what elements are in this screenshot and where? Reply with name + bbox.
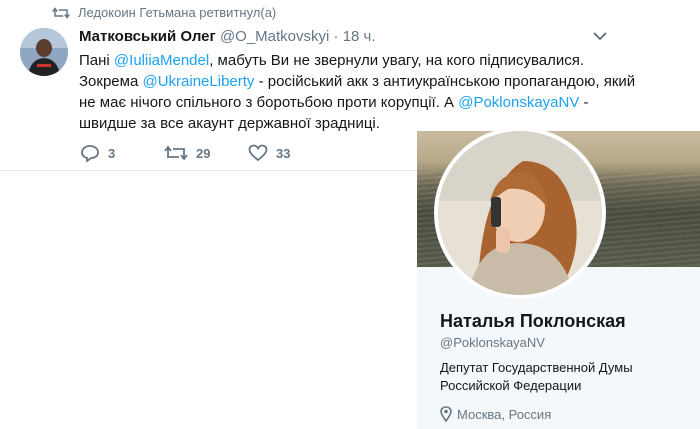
mention-link[interactable]: @IuliiaMendel: [114, 52, 209, 69]
profile-name[interactable]: Наталья Поклонская: [440, 311, 626, 332]
tweet-timestamp[interactable]: 18 ч.: [343, 28, 376, 45]
retweet-text: Ледокоин Гетьмана ретвитнул(а): [78, 5, 277, 20]
author-name[interactable]: Матковський Олег: [79, 28, 216, 45]
profile-card[interactable]: Наталья Поклонская @PoklonskayaNV Депута…: [417, 127, 700, 429]
mention-link[interactable]: @UkraineLiberty: [142, 73, 254, 90]
separator: ·: [333, 28, 339, 45]
author-avatar[interactable]: [20, 28, 68, 76]
reply-count: 3: [108, 145, 116, 161]
profile-photo[interactable]: [434, 127, 606, 299]
retweet-context[interactable]: Ледокоин Гетьмана ретвитнул(а): [52, 5, 276, 20]
like-count: 33: [276, 145, 291, 161]
profile-handle[interactable]: @PoklonskayaNV: [440, 335, 545, 350]
profile-location: Москва, Россия: [440, 406, 551, 422]
divider: [0, 170, 418, 171]
text-part: Пані: [79, 52, 114, 69]
reply-icon: [81, 145, 99, 162]
location-pin-icon: [440, 406, 452, 422]
author-handle[interactable]: @O_Matkovskyi: [220, 28, 329, 45]
profile-bio: Депутат Государственной Думы Российской …: [440, 360, 633, 393]
mention-link[interactable]: @PoklonskayaNV: [458, 94, 579, 111]
retweet-count: 29: [196, 145, 211, 161]
tweet-text: Пані @IuliiaMendel, мабуть Ви не звернул…: [79, 50, 639, 134]
retweet-button[interactable]: 29: [164, 144, 210, 162]
heart-icon: [248, 144, 268, 162]
retweet-icon: [52, 6, 70, 19]
retweet-icon: [164, 145, 188, 161]
like-button[interactable]: 33: [248, 144, 290, 162]
chevron-down-icon[interactable]: [593, 31, 607, 41]
reply-button[interactable]: 3: [80, 144, 115, 162]
tweet-header: Матковський Олег @O_Matkovskyi · 18 ч.: [79, 28, 376, 45]
location-text: Москва, Россия: [457, 406, 552, 422]
